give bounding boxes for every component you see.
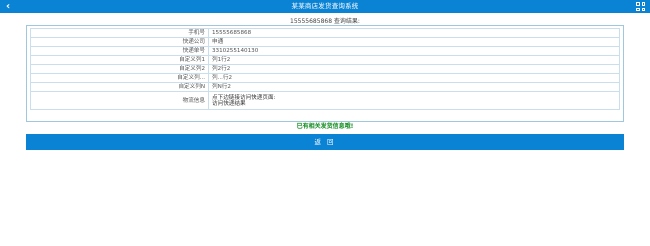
- row-value: 申通: [208, 37, 620, 47]
- grid-menu-icon[interactable]: [636, 2, 645, 11]
- table-row: 自定义列N 列N行2: [30, 82, 620, 92]
- logistics-info-value: 点下边链接访问快递页面: 访问快递结果: [208, 91, 620, 110]
- return-button[interactable]: 返 回: [26, 134, 624, 150]
- row-label: 物流信息: [30, 91, 209, 110]
- row-label: 自定义列1: [30, 55, 209, 65]
- top-bar: ‹ 某某商店发货查询系统: [0, 0, 650, 13]
- row-label: 快递单号: [30, 46, 209, 56]
- row-value: 列N行2: [208, 82, 620, 92]
- row-label: 手机号: [30, 28, 209, 38]
- result-panel: 手机号 15555685868 快递公司 申通 快递单号 33102551401…: [26, 25, 624, 122]
- tracking-link[interactable]: 访问快递结果: [212, 101, 619, 108]
- row-label: 自定义列2: [30, 64, 209, 74]
- row-label: 自定义列N: [30, 82, 209, 92]
- logistics-info-row: 物流信息 点下边链接访问快递页面: 访问快递结果: [30, 91, 620, 110]
- row-label: 自定义列...: [30, 73, 209, 83]
- table-row: 自定义列... 列...行2: [30, 73, 620, 83]
- row-value: 列1行2: [208, 55, 620, 65]
- row-value: 列2行2: [208, 64, 620, 74]
- table-row: 手机号 15555685868: [30, 28, 620, 38]
- table-row: 自定义列2 列2行2: [30, 64, 620, 74]
- status-notice: 已有相关发货信息哦!: [296, 123, 354, 130]
- page-title: 某某商店发货查询系统: [291, 2, 359, 10]
- row-value: 15555685868: [208, 28, 620, 38]
- row-value: 3310255140130: [208, 46, 620, 56]
- row-label: 快递公司: [30, 37, 209, 47]
- result-table: 手机号 15555685868 快递公司 申通 快递单号 33102551401…: [30, 28, 620, 110]
- table-row: 自定义列1 列1行2: [30, 55, 620, 65]
- row-value: 列...行2: [208, 73, 620, 83]
- table-row: 快递公司 申通: [30, 37, 620, 47]
- table-row: 快递单号 3310255140130: [30, 46, 620, 56]
